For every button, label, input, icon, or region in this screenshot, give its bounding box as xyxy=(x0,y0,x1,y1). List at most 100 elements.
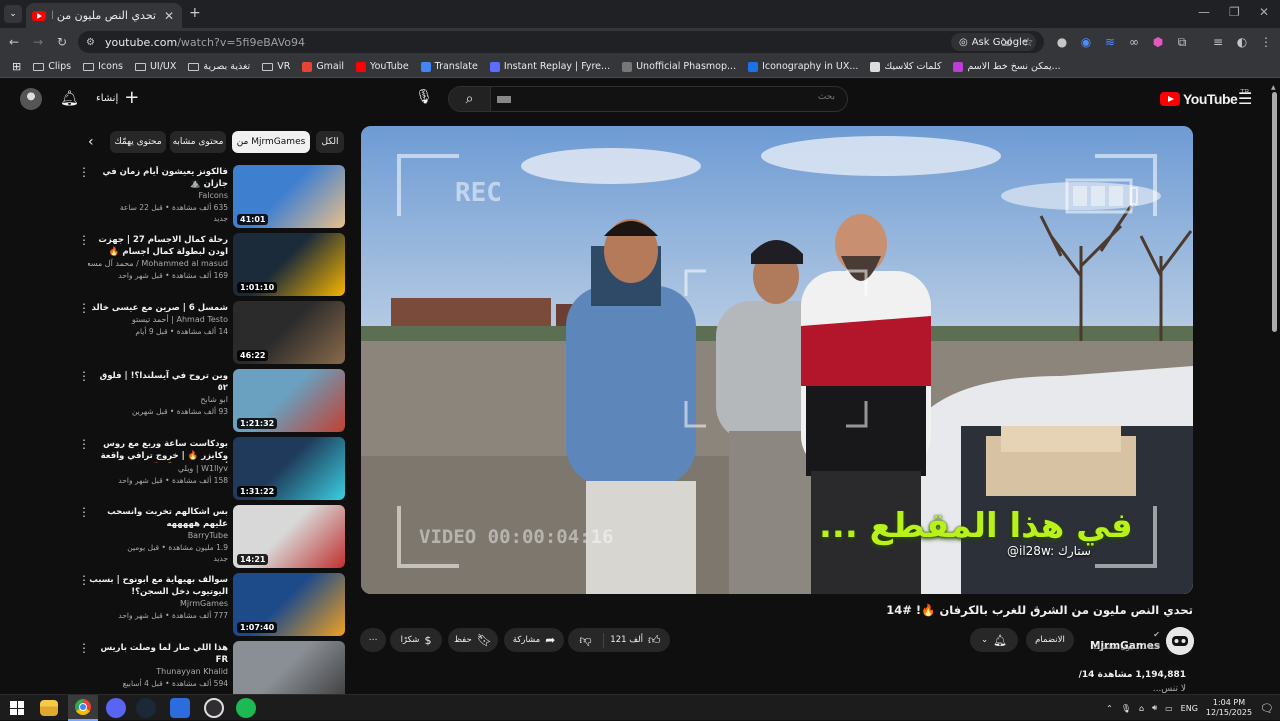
save-button[interactable]: حفظ 🔖︎ xyxy=(448,628,498,652)
recommendation-title[interactable]: فالكونز يعيشون أيام زمان في جازان ⛰️ xyxy=(88,166,228,190)
recommendation-title[interactable]: بس اشكالهم تخربت وانسحب عليهم هههههه xyxy=(88,506,228,530)
battery-icon[interactable]: ▭ xyxy=(1165,704,1173,713)
youtube-logo[interactable]: YouTube TR xyxy=(1160,88,1249,107)
minimize-icon[interactable]: — xyxy=(1198,5,1210,19)
recommendation-item[interactable]: 46:22 شمسل 6 | صرين مع عيسى خالد Ahmad Tes… xyxy=(76,301,346,365)
recommendation-thumbnail[interactable]: 14:21 xyxy=(233,505,345,568)
bookmark-4[interactable]: VR xyxy=(256,61,296,72)
extension-wave-icon[interactable]: ≋ xyxy=(1102,34,1118,50)
subscribed-bell-button[interactable]: ⌄ 🔔︎ xyxy=(970,628,1018,652)
like-count[interactable]: 121 ألف xyxy=(609,635,643,645)
recommendation-thumbnail[interactable]: 1:21:32 xyxy=(233,369,345,432)
recommendation-channel[interactable]: ابو شابح xyxy=(88,394,228,406)
chip-from-channel[interactable]: من MjrmGames xyxy=(232,131,310,153)
recommendation-title[interactable]: شمسل 6 | صرين مع عيسى خالد xyxy=(88,302,228,314)
obs-icon[interactable] xyxy=(204,698,224,718)
restore-icon[interactable]: ❐ xyxy=(1229,5,1240,19)
recommendation-item[interactable]: 14:21 بس اشكالهم تخربت وانسحب عليهم ههههه… xyxy=(76,505,346,569)
recommendation-item[interactable]: 1:07:40 سوالف بهيهاية مع ابونوح | بسبب ال… xyxy=(76,573,346,637)
more-vertical-icon[interactable]: ⋮ xyxy=(78,166,90,178)
site-info-icon[interactable]: ⚙ xyxy=(86,37,95,48)
spotify-icon[interactable] xyxy=(236,698,256,718)
recommendation-item[interactable]: 41:01 فالكونز يعيشون أيام زمان في جازان ⛰… xyxy=(76,165,346,229)
bookmark-star-icon[interactable]: ☆ xyxy=(1020,34,1036,50)
recommendation-channel[interactable]: Thunayyan Khalid xyxy=(88,666,228,678)
new-tab-button[interactable]: + xyxy=(189,5,201,21)
file-explorer-icon[interactable] xyxy=(40,700,58,716)
recommendation-channel[interactable]: BarryTube xyxy=(88,530,228,542)
extensions-puzzle-icon[interactable]: ⧉ xyxy=(1174,34,1190,50)
reload-icon[interactable]: ↻ xyxy=(54,34,70,50)
apps-grid-icon[interactable]: ⊞ xyxy=(6,60,27,73)
microphone-tray-icon[interactable]: 🎙︎ xyxy=(1121,704,1131,713)
discord-search-icon[interactable] xyxy=(106,698,126,718)
extension-record-icon[interactable]: ● xyxy=(1054,34,1070,50)
bookmark-2[interactable]: UI/UX xyxy=(129,61,182,72)
extension-glasses-icon[interactable]: ∞ xyxy=(1126,34,1142,50)
recommendation-title[interactable]: سوالف بهيهاية مع ابونوح | بسبب اليوتيوب … xyxy=(88,574,228,598)
windows-start-icon[interactable] xyxy=(10,701,24,715)
address-bar[interactable]: ⚙ youtube.com/watch?v=5fi9eBAVo94 ◎ Ask G… xyxy=(78,31,1044,53)
browser-tab[interactable]: تحدي النص مليون من الشرق للغرب بالكرفان … xyxy=(26,3,182,28)
more-vertical-icon[interactable]: ⋮ xyxy=(78,234,90,246)
language-indicator[interactable]: ENG xyxy=(1181,704,1198,713)
recommendation-thumbnail[interactable]: 1:07:40 xyxy=(233,573,345,636)
bookmark-1[interactable]: Icons xyxy=(77,61,129,72)
recommendation-channel[interactable]: W1llyv | ويلي xyxy=(88,463,228,475)
bookmark-11[interactable]: كلمات كلاسيك xyxy=(864,61,947,72)
notifications-bell-icon[interactable]: 🔔︎ xyxy=(60,89,79,107)
extension-pink-icon[interactable]: ⬢ xyxy=(1150,34,1166,50)
network-icon[interactable]: ⌂ xyxy=(1139,704,1144,713)
tray-overflow-icon[interactable]: ⌃ xyxy=(1106,704,1113,713)
bookmark-5[interactable]: Gmail xyxy=(296,61,350,72)
volume-icon[interactable]: 🔊︎ xyxy=(1152,703,1157,713)
clock[interactable]: 1:04 PM 12/15/2025 xyxy=(1206,698,1252,718)
search-box[interactable]: ⌕ بحث xyxy=(448,86,848,112)
steam-icon[interactable] xyxy=(136,698,156,718)
recommendation-title[interactable]: وين تروح في آيسلندا؟! | فلوق ٥٢ xyxy=(88,370,228,394)
bookmark-8[interactable]: Instant Replay | Fyre... xyxy=(484,61,616,72)
close-tab-icon[interactable]: ✕ xyxy=(162,9,176,23)
share-button[interactable]: مشاركة ➦ xyxy=(504,628,564,652)
voice-search-mic-icon[interactable]: 🎙︎ xyxy=(414,89,434,109)
like-thumb-icon[interactable]: 👍︎ xyxy=(648,633,670,648)
bookmark-12[interactable]: يمكن نسخ خط الاسم... xyxy=(947,61,1066,72)
more-vertical-icon[interactable]: ⋮ xyxy=(78,370,90,382)
recommendation-channel[interactable]: Ahmad Testo | أحمد تيستو xyxy=(88,314,228,326)
scroll-up-arrow-icon[interactable]: ▲ xyxy=(1271,84,1276,91)
dislike-button[interactable]: 👎︎ xyxy=(568,632,604,648)
forward-icon[interactable]: → xyxy=(30,34,46,50)
more-vertical-icon[interactable]: ⋮ xyxy=(78,574,90,586)
recommendation-thumbnail[interactable]: 1:31:22 xyxy=(233,437,345,500)
recommendation-item[interactable]: 1:31:22 بودكاست ساعة وربع مع روس وكايزر 🔥… xyxy=(76,437,346,501)
more-vertical-icon[interactable]: ⋮ xyxy=(78,438,90,450)
join-button[interactable]: الانضمام xyxy=(1026,628,1074,652)
thanks-button[interactable]: شكرًا $ xyxy=(390,628,442,652)
more-actions-button[interactable]: ⋯ xyxy=(360,628,386,652)
channel-avatar[interactable] xyxy=(1166,627,1194,655)
tab-search-button[interactable]: ⌄ xyxy=(4,5,22,23)
bookmark-10[interactable]: Iconography in UX... xyxy=(742,61,864,72)
more-vertical-icon[interactable]: ⋮ xyxy=(78,642,90,654)
recommendation-channel[interactable]: Mohammed al masud / محمد آل مسعود xyxy=(88,258,228,270)
recommendation-thumbnail[interactable]: 41:01 xyxy=(233,165,345,228)
bookmark-0[interactable]: Clips xyxy=(27,61,77,72)
chip-all[interactable]: الكل xyxy=(316,131,344,153)
recommendation-item[interactable]: 1:01:10 رحلة كمال الاجسام 27 | جهزت اودن … xyxy=(76,233,346,297)
notifications-icon[interactable]: 🗨︎ xyxy=(1260,702,1274,715)
install-app-icon[interactable]: ⇲ xyxy=(998,34,1014,50)
close-window-icon[interactable]: ✕ xyxy=(1259,5,1269,19)
reading-list-icon[interactable]: ≡ xyxy=(1210,34,1226,50)
bookmark-3[interactable]: تغذية بصرية xyxy=(182,61,256,72)
extension-blue-icon[interactable]: ◉ xyxy=(1078,34,1094,50)
bookmark-6[interactable]: YouTube xyxy=(350,61,415,72)
chip-for-you[interactable]: محتوى يهمّك xyxy=(110,131,166,153)
recommendation-title[interactable]: بودكاست ساعة وربع مع روس وكايزر 🔥 | خروج… xyxy=(88,438,228,463)
recommendation-title[interactable]: رحلة كمال الاجسام 27 | جهزت اودن لبطولة … xyxy=(88,234,228,258)
browser-menu-icon[interactable]: ⋮ xyxy=(1258,34,1274,50)
description-box[interactable]: 1,194,881 مشاهدة 14/ لا تنس... xyxy=(1040,670,1186,694)
recommendation-thumbnail[interactable]: 46:22 xyxy=(233,301,345,364)
recommendation-channel[interactable]: Falcons xyxy=(88,190,228,202)
scrollbar-thumb[interactable] xyxy=(1272,92,1277,332)
chip-related[interactable]: محتوى مشابه xyxy=(170,131,226,153)
